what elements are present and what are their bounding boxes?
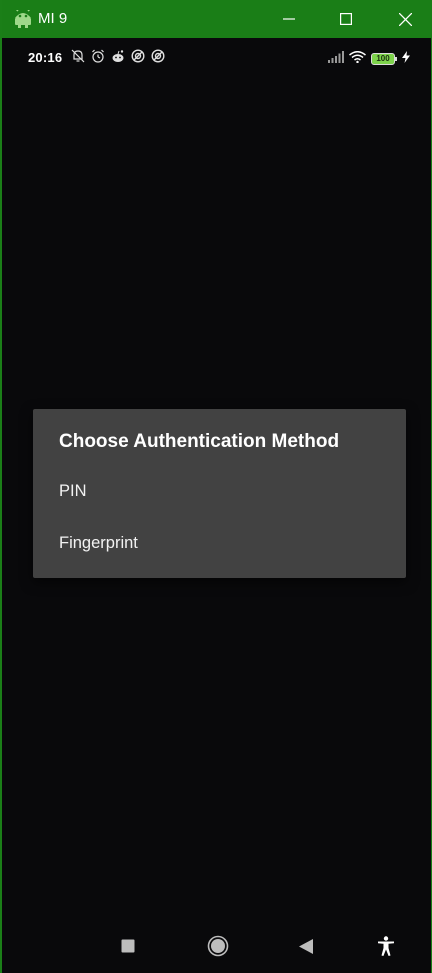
notification-icon [151, 49, 165, 68]
signal-icon [328, 50, 344, 68]
battery-icon: 100 [371, 53, 397, 65]
bell-muted-icon [71, 49, 85, 68]
back-icon [299, 938, 313, 954]
option-fingerprint[interactable]: Fingerprint [59, 534, 138, 553]
android-robot-icon [12, 8, 34, 28]
navigation-bar [2, 920, 432, 973]
window-title: MI 9 [38, 10, 68, 27]
recents-icon [121, 939, 135, 953]
wifi-icon [349, 50, 366, 68]
close-icon [398, 12, 412, 26]
notification-icon [131, 49, 145, 68]
recents-button[interactable] [114, 932, 142, 960]
accessibility-icon [378, 936, 394, 956]
status-bar: 20:16 100 [2, 38, 432, 78]
home-button[interactable] [204, 932, 232, 960]
reddit-icon [111, 49, 125, 68]
status-clock: 20:16 [28, 50, 63, 65]
system-icons: 100 [328, 50, 410, 68]
option-pin[interactable]: PIN [59, 482, 87, 501]
charging-icon [402, 50, 410, 68]
dialog-title: Choose Authentication Method [59, 431, 340, 452]
emulator-window: MI 9 20:16 100 Choose Authentication Met… [0, 0, 432, 973]
notification-icons [71, 49, 165, 68]
maximize-icon [340, 13, 352, 25]
home-icon [207, 935, 229, 957]
auth-method-dialog: Choose Authentication Method PIN Fingerp… [33, 409, 406, 578]
window-titlebar[interactable]: MI 9 [2, 0, 432, 38]
close-button[interactable] [382, 0, 428, 38]
minimize-icon [283, 18, 295, 20]
accessibility-button[interactable] [372, 932, 400, 960]
back-button[interactable] [292, 932, 320, 960]
minimize-button[interactable] [266, 0, 312, 38]
alarm-icon [91, 49, 105, 68]
maximize-button[interactable] [323, 0, 369, 38]
